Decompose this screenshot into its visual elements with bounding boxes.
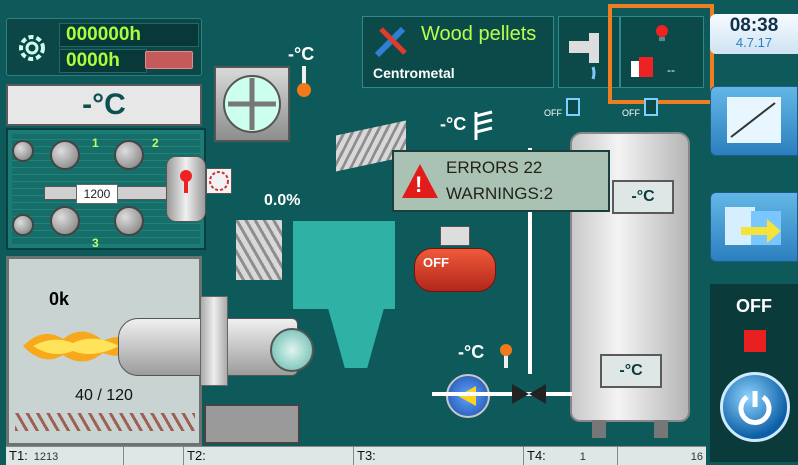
fuel-amount-label: 0k (49, 289, 70, 309)
pellet-hopper[interactable] (292, 220, 396, 310)
swap-arrow-icon (725, 207, 781, 245)
compressor-state: OFF (423, 255, 449, 270)
boiler-unit-3-button[interactable] (50, 206, 80, 236)
switch-screen-button[interactable] (710, 192, 798, 262)
feed-percent: 0.0% (264, 192, 301, 209)
status-cell-blank-1 (124, 447, 184, 465)
power-button[interactable] (720, 372, 790, 442)
boiler-left-bottom-valve[interactable] (12, 214, 34, 236)
clock-time: 08:38 (729, 15, 779, 36)
pump-direction-icon (458, 386, 476, 406)
outdoor-temperature: -°C (440, 114, 467, 134)
compressor-unit[interactable]: OFF (414, 248, 496, 292)
heater-coil (15, 413, 195, 431)
fuel-selector[interactable]: Wood pellets Centrometal (362, 16, 554, 88)
ash-box (204, 404, 300, 444)
status-cell-t2: T2: (184, 447, 354, 465)
exhaust-thermometer-icon (297, 66, 311, 97)
burner-fan (270, 328, 314, 372)
pump-thermometer-icon (500, 344, 512, 368)
status-cell-t1: T1: 1213 (6, 447, 124, 465)
tank-state-indicator (644, 98, 658, 116)
clock-date: 4.7.17 (735, 35, 773, 50)
control-screen: 000000h 0000h -°C 1 2 3 1200 0k 40 / 120 (0, 0, 798, 465)
boiler-temperature-display: -°C (6, 84, 202, 126)
boiler-left-top-valve[interactable] (12, 140, 34, 162)
fuel-name: Wood pellets (421, 23, 537, 45)
total-hours-counter: 000000h (59, 23, 199, 47)
boiler-label-1: 1 (92, 136, 99, 150)
status-cell-t3: T3: (354, 447, 524, 465)
circulation-pump[interactable] (446, 374, 490, 418)
boiler-unit-4-button[interactable] (114, 206, 144, 236)
status-cell-extra: 16 (690, 451, 703, 463)
boiler-label-2: 2 (152, 136, 159, 150)
power-setpoint-field[interactable]: 1200 (76, 184, 118, 204)
warnings-count: WARNINGS:2 (446, 184, 554, 203)
exhaust-fan-housing[interactable] (214, 66, 290, 142)
system-state-label: OFF (736, 296, 772, 316)
trend-chart-button[interactable] (710, 86, 798, 156)
boiler-label-3: 3 (92, 236, 99, 250)
boiler-temperature-value: -°C (82, 88, 126, 121)
exhaust-fan-icon (223, 75, 281, 133)
boiler-unit-2-button[interactable] (114, 140, 144, 170)
pump-temperature: -°C (458, 342, 485, 362)
hopper-funnel (328, 308, 384, 368)
tap-state-indicator (566, 98, 580, 116)
service-hours-counter: 0000h (59, 49, 147, 73)
tank-top-temperature: -°C (612, 180, 674, 214)
fuel-brand: Centrometal (373, 65, 455, 81)
tap-off-label: OFF (544, 108, 562, 118)
fuel-ratio-label: 40 / 120 (75, 387, 133, 404)
reset-counter-button[interactable] (145, 51, 193, 69)
power-icon (738, 391, 772, 425)
errors-warnings-popup[interactable]: ! ERRORS 22 WARNINGS:2 (392, 150, 610, 212)
warning-exclamation: ! (415, 172, 423, 197)
aux-fan-box (206, 168, 232, 194)
status-cell-t4: T4: 1 (524, 447, 618, 465)
compressor-gauge (440, 226, 470, 246)
feeder-tube (200, 296, 228, 386)
temperature-status-bar: T1: 1213 T2: T3: T4: 1 16 (6, 446, 706, 465)
stop-indicator (744, 330, 766, 352)
chart-icon (727, 97, 781, 143)
tools-icon (374, 26, 407, 58)
errors-count: ERRORS 22 (446, 158, 543, 177)
boiler-unit-1-button[interactable] (50, 140, 80, 170)
boiler-sensor-icon (180, 170, 192, 193)
exhaust-temperature: -°C (288, 44, 315, 64)
clock-panel: 08:38 4.7.17 (710, 14, 798, 54)
return-pipe (432, 392, 572, 396)
settings-gear-icon[interactable] (13, 29, 51, 67)
mixing-valve-icon[interactable] (512, 382, 546, 406)
hour-counter-panel: 000000h 0000h (6, 18, 202, 76)
tank-bottom-temperature: -°C (600, 354, 662, 388)
outdoor-sensor-icon (474, 110, 493, 140)
tank-off-label: OFF (622, 108, 640, 118)
auger-lower (236, 220, 282, 280)
tank-leg-right (654, 420, 668, 438)
tank-leg-left (592, 420, 606, 438)
alarm-highlight-frame (608, 4, 714, 104)
aux-fan-icon (209, 171, 229, 191)
system-control-panel: OFF (710, 284, 798, 462)
